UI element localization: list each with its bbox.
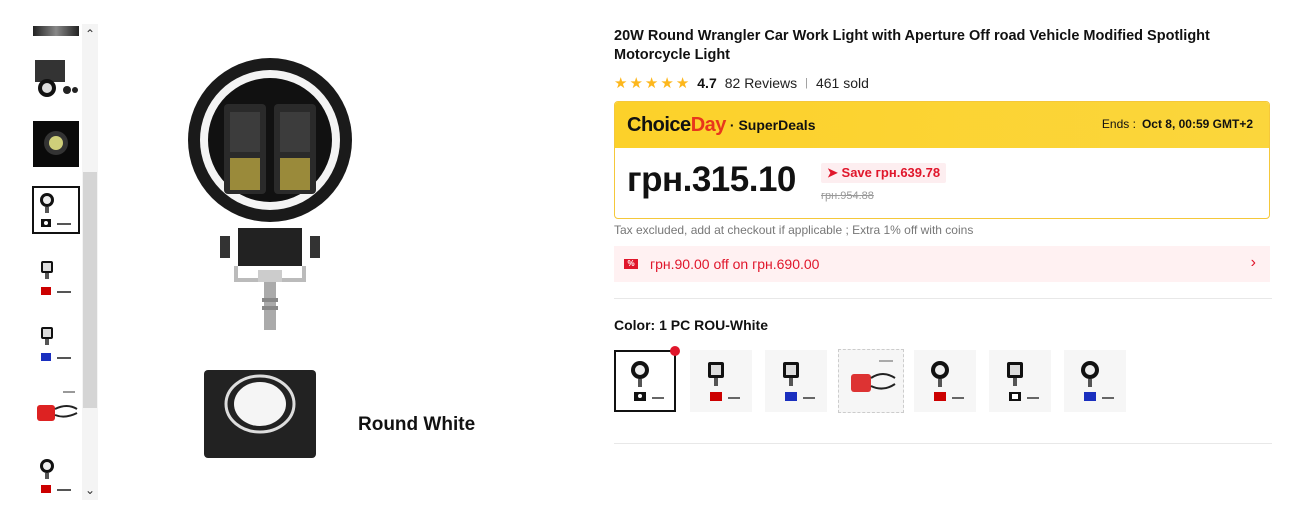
thumbnail-5[interactable] (32, 254, 80, 302)
current-price: грн.315.10 (627, 160, 796, 199)
thumbnail-6[interactable] (32, 320, 80, 368)
sold-count: 461 sold (815, 75, 869, 91)
save-badge: ➤ Save грн.639.78 (821, 163, 947, 183)
main-product-image[interactable] (150, 40, 550, 480)
coupon-icon: % (624, 259, 638, 269)
color-option-round-white[interactable] (614, 346, 680, 412)
scrollbar-thumb[interactable] (83, 172, 97, 408)
color-option-round-red[interactable] (914, 350, 976, 412)
deal-end-time: Ends : Oct 8, 00:59 GMT+2 (1101, 117, 1253, 131)
color-option-round-blue[interactable] (1064, 350, 1126, 412)
rating-score: 4.7 (697, 75, 717, 91)
separator: | (805, 77, 808, 89)
scroll-down-icon[interactable]: ⌄ (82, 482, 98, 498)
star-icon: ★ (629, 75, 643, 92)
superdeals-label: · SuperDeals (729, 117, 816, 133)
color-option-square-blue[interactable] (765, 350, 827, 412)
tag-icon: ➤ (827, 165, 838, 180)
coupon-banner[interactable]: % грн.90.00 off on грн.690.00 › (614, 246, 1270, 282)
thumbnail-1[interactable] (32, 24, 80, 38)
rating-row: ★ ★ ★ ★ ★ 4.7 82 Reviews | 461 sold (614, 74, 869, 92)
star-icon: ★ (675, 75, 690, 92)
product-title: 20W Round Wrangler Car Work Light with A… (614, 28, 1210, 63)
deal-body: грн.315.10 ➤ Save грн.639.78 грн.954.88 (615, 148, 1269, 218)
deal-header: ChoiceDay · SuperDeals Ends : Oct 8, 00:5… (615, 102, 1269, 148)
original-price: грн.954.88 (821, 190, 874, 202)
thumbnail-scrollbar[interactable]: ⌃ ⌄ (82, 24, 98, 500)
star-icon: ★ (644, 75, 659, 92)
thumbnail-3[interactable] (32, 120, 80, 168)
coupon-text: грн.90.00 off on грн.690.00 (650, 256, 820, 272)
scroll-up-icon[interactable]: ⌃ (82, 26, 98, 42)
color-option-switch-wiring[interactable] (838, 349, 904, 413)
star-icon: ★ (660, 75, 674, 92)
deal-box: ChoiceDay · SuperDeals Ends : Oct 8, 00:5… (614, 101, 1270, 219)
chevron-right-icon[interactable]: › (1251, 254, 1256, 272)
color-label: Color: 1 PC ROU-White (614, 317, 768, 333)
star-icon: ★ (614, 75, 628, 92)
thumbnail-8[interactable] (32, 452, 80, 500)
reviews-link[interactable]: 82 Reviews (725, 75, 797, 91)
tax-note: Tax excluded, add at checkout if applica… (614, 223, 974, 237)
color-option-square-red[interactable] (690, 350, 752, 412)
thumbnail-7[interactable] (32, 386, 80, 434)
thumbnail-4-selected[interactable] (32, 186, 80, 234)
thumbnail-2[interactable] (32, 56, 80, 104)
color-option-square-white[interactable] (989, 350, 1051, 412)
choice-day-logo: ChoiceDay (627, 113, 726, 136)
divider (614, 298, 1272, 299)
hot-badge-icon (670, 346, 680, 356)
image-caption: Round White (358, 414, 476, 435)
divider (614, 443, 1272, 444)
